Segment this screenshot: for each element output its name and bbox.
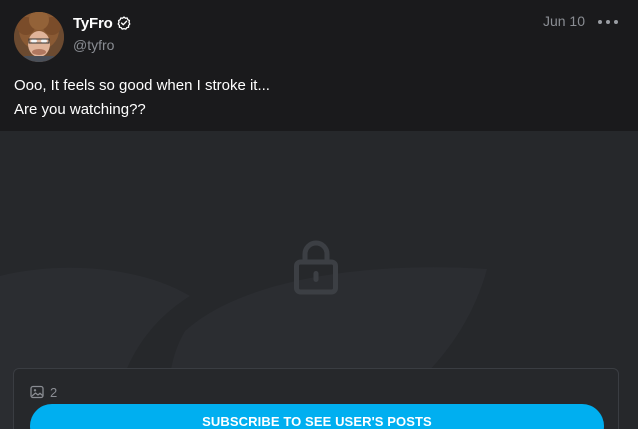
subscribe-button[interactable]: SUBSCRIBE TO SEE USER'S POSTS bbox=[30, 404, 604, 429]
author-name-row[interactable]: TyFro bbox=[73, 13, 131, 33]
dot bbox=[606, 20, 610, 24]
post-header: TyFro @tyfro Jun 10 bbox=[0, 0, 638, 62]
post-text: Ooo, It feels so good when I stroke it..… bbox=[14, 74, 614, 122]
author-handle[interactable]: @tyfro bbox=[73, 37, 114, 53]
verified-badge-icon bbox=[117, 16, 131, 30]
media-count-value: 2 bbox=[50, 384, 58, 400]
dot bbox=[614, 20, 618, 24]
avatar[interactable] bbox=[14, 12, 64, 62]
subscribe-button-label: SUBSCRIBE TO SEE USER'S POSTS bbox=[202, 414, 432, 429]
lock-icon bbox=[294, 240, 338, 295]
post-date[interactable]: Jun 10 bbox=[543, 13, 585, 29]
image-icon bbox=[30, 385, 44, 399]
dot bbox=[598, 20, 602, 24]
avatar-image bbox=[14, 12, 64, 62]
post-text-line: Ooo, It feels so good when I stroke it..… bbox=[14, 77, 270, 94]
post-text-line: Are you watching?? bbox=[14, 101, 146, 118]
media-count: 2 bbox=[30, 384, 57, 400]
locked-media-panel: 2 SUBSCRIBE TO SEE USER'S POSTS bbox=[13, 368, 619, 429]
author-display-name[interactable]: TyFro bbox=[73, 15, 113, 32]
post-card: TyFro @tyfro Jun 10 Ooo, It feels so goo… bbox=[0, 0, 638, 429]
more-options-icon[interactable] bbox=[598, 12, 618, 32]
